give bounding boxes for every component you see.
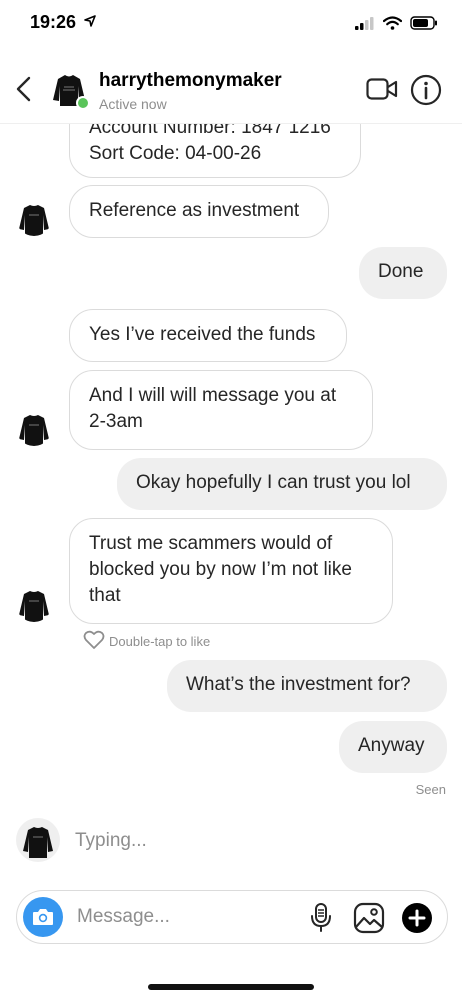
- message-composer: [16, 890, 448, 944]
- message-bubble-incoming[interactable]: Trust me scammers would of blocked you b…: [69, 518, 393, 624]
- status-indicators: [355, 16, 438, 35]
- signal-icon: [355, 16, 375, 35]
- header-username[interactable]: harrythemonymaker: [99, 70, 282, 92]
- message-thread: Account Number: 1847 1216 Sort Code: 04-…: [0, 124, 462, 874]
- sender-avatar[interactable]: [16, 410, 52, 446]
- header-active-status: Active now: [99, 96, 167, 112]
- back-chevron-icon[interactable]: [12, 74, 36, 104]
- message-bubble-incoming[interactable]: And I will will message you at 2-3am: [69, 370, 373, 450]
- video-call-icon[interactable]: [366, 78, 398, 105]
- message-input[interactable]: [77, 901, 297, 933]
- status-bar: 19:26: [0, 0, 462, 50]
- home-indicator: [148, 984, 314, 990]
- message-bubble-outgoing[interactable]: Anyway: [339, 721, 447, 773]
- message-bubble-outgoing[interactable]: Done: [359, 247, 447, 299]
- like-hint[interactable]: Double-tap to like: [83, 630, 210, 653]
- camera-icon[interactable]: [23, 897, 63, 937]
- message-bubble-outgoing[interactable]: What’s the investment for?: [167, 660, 447, 712]
- active-status-dot: [76, 96, 90, 110]
- status-time: 19:26: [30, 12, 77, 32]
- wifi-icon: [382, 16, 403, 35]
- seen-receipt: Seen: [415, 782, 446, 797]
- sender-avatar[interactable]: [16, 586, 52, 622]
- info-icon[interactable]: [410, 74, 442, 111]
- chat-header: harrythemonymaker Active now: [0, 52, 462, 124]
- gallery-icon[interactable]: [353, 902, 385, 939]
- location-arrow-icon: [84, 14, 96, 32]
- microphone-icon[interactable]: [309, 902, 333, 939]
- heart-icon[interactable]: [83, 630, 105, 653]
- typing-avatar: [16, 818, 60, 862]
- typing-indicator: Typing...: [75, 830, 147, 851]
- sender-avatar[interactable]: [16, 200, 52, 236]
- message-bubble-incoming[interactable]: Reference as investment: [69, 185, 329, 238]
- message-bubble-incoming[interactable]: Yes I’ve received the funds: [69, 309, 347, 362]
- message-bubble-outgoing[interactable]: Okay hopefully I can trust you lol: [117, 458, 447, 510]
- plus-icon[interactable]: [401, 902, 433, 939]
- like-hint-label: Double-tap to like: [109, 634, 211, 649]
- message-bubble-incoming[interactable]: Account Number: 1847 1216 Sort Code: 04-…: [69, 124, 361, 178]
- battery-icon: [410, 16, 438, 35]
